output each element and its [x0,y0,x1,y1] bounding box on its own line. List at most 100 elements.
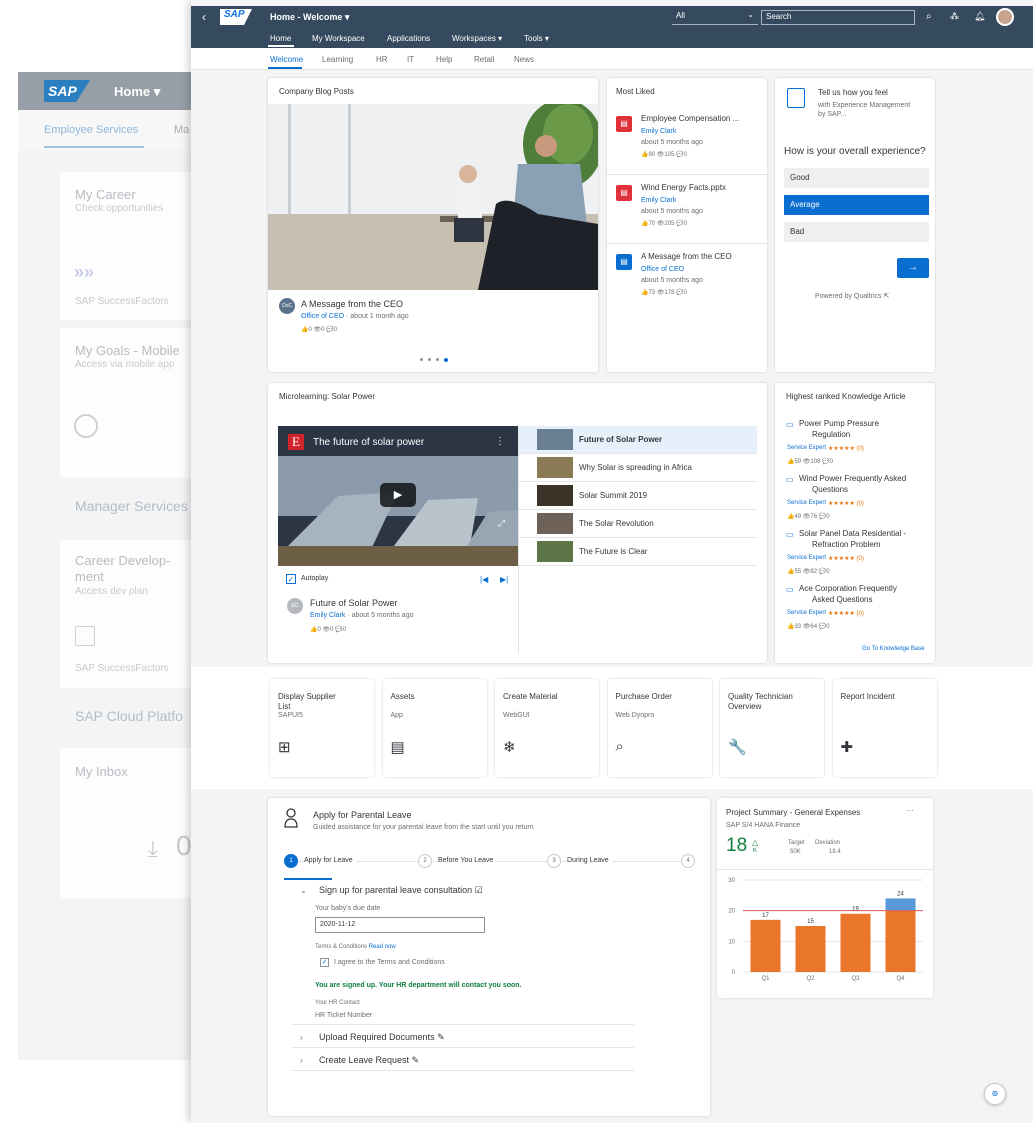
video-thumbnail[interactable] [537,457,573,478]
more-options-icon[interactable]: ··· [906,806,914,815]
video-channel-badge: E [288,434,304,450]
nav-tab-home[interactable]: Home [270,34,291,43]
most-liked-item-author[interactable]: Emily Clark [641,197,676,204]
most-liked-item-stats: 👍70 👁205 💬0 [641,221,687,227]
subtab-welcome[interactable]: Welcome [270,55,303,64]
autoplay-checkbox[interactable]: ✓ [286,574,296,584]
next-video-icon[interactable]: ▶| [500,575,508,584]
nav-tab-tools[interactable]: Tools ▾ [524,34,549,43]
article-title[interactable]: Wind Power Frequently Asked [799,474,906,483]
playlist-divider [518,426,519,654]
article-title-line2[interactable]: Questions [812,485,848,494]
subtab-help[interactable]: Help [436,55,452,64]
divider [519,565,757,566]
section-expand-icon[interactable]: ⌄ [300,886,307,895]
deviation-label: Deviation [815,840,841,846]
video-thumbnail[interactable] [537,541,573,562]
most-liked-item-time: about 5 months ago [641,139,703,146]
background-tab-manager[interactable]: Ma [174,124,189,136]
terms-read-now-link[interactable]: Read now [369,944,396,950]
search-scope-select[interactable]: All ⌄ [672,10,758,25]
bar-overflow [885,898,916,911]
subtab-hr[interactable]: HR [376,55,388,64]
section-collapse-icon[interactable]: › [300,1056,303,1065]
wizard-step-number[interactable]: 2 [418,854,432,868]
subtab-learning[interactable]: Learning [322,55,353,64]
subtab-retail[interactable]: Retail [474,55,494,64]
target-value: 50K [790,849,801,855]
background-tab-employee-services[interactable]: Employee Services [44,124,138,136]
video-thumbnail[interactable] [537,429,573,450]
section-collapse-icon[interactable]: › [300,1033,303,1042]
fullscreen-icon[interactable]: ⤢ [498,518,505,529]
y-tick-label: 10 [728,939,735,945]
playlist-item-title[interactable]: The Solar Revolution [579,519,654,528]
survey-option-average[interactable]: Average [784,195,929,215]
video-post-title[interactable]: Future of Solar Power [310,598,398,608]
document-icon: ▤ [616,185,632,201]
most-liked-item-title[interactable]: Employee Compensation ... [641,114,739,123]
playlist-item-title[interactable]: Future of Solar Power [579,435,662,444]
blog-post-image[interactable] [268,104,598,290]
background-card-title: My Career [75,187,136,202]
article-icon: ▭ [786,475,794,484]
wizard-step-number[interactable]: 3 [547,854,561,868]
article-rating: ★★★★★ (0) [828,611,864,617]
go-to-knowledge-base-link[interactable]: Go To Knowledge Base [862,646,925,652]
wizard-step-label[interactable]: Before You Leave [438,857,497,864]
article-title[interactable]: Power Pump Pressure [799,419,879,428]
notification-bell-icon[interactable]: 🔔︎ [974,11,985,22]
play-icon[interactable]: ▶ [380,483,416,507]
search-input[interactable]: Search [761,10,915,25]
wizard-step-number[interactable]: 1 [284,854,298,868]
co-pilot-floating-button[interactable]: ⊛ [984,1083,1006,1105]
due-date-label: Your baby's due date [315,905,381,912]
background-home-menu[interactable]: Home ▾ [114,84,160,100]
agree-checkbox[interactable]: ✓ [320,958,329,967]
article-title-line2[interactable]: Refraction Problem [812,540,880,549]
playlist-item-title[interactable]: Solar Summit 2019 [579,491,647,500]
due-date-input[interactable]: 2020-11-12 [315,917,485,933]
most-liked-item-author[interactable]: Office of CEO [641,266,684,273]
article-rating: ★★★★★ (0) [828,556,864,562]
carousel-dots[interactable] [420,358,448,362]
co-pilot-icon[interactable]: ⁂ [950,11,959,22]
article-title-line2[interactable]: Regulation [812,430,850,439]
video-thumbnail[interactable] [537,485,573,506]
y-tick-label: 20 [728,909,735,915]
shell-title[interactable]: Home - Welcome ▾ [270,12,349,23]
blog-post-title[interactable]: A Message from the CEO [301,299,403,309]
playlist-item-title[interactable]: The Future is Clear [579,547,647,556]
wizard-step-label[interactable]: Apply for Leave [304,857,356,864]
survey-icon [787,88,805,108]
article-title[interactable]: Ace Corporation Frequently [799,584,897,593]
video-thumbnail[interactable] [537,513,573,534]
nav-tab-applications[interactable]: Applications [387,34,430,43]
previous-video-icon[interactable]: |◀ [480,575,488,584]
most-liked-item-title[interactable]: A Message from the CEO [641,252,732,261]
article-title[interactable]: Solar Panel Data Residential - [799,529,906,538]
video-menu-icon[interactable]: ⋮ [495,436,505,447]
tile-subtitle: WebGUI [503,712,530,719]
subtab-it[interactable]: IT [407,55,414,64]
section-create-leave-request[interactable]: Create Leave Request ✎ [319,1055,419,1066]
survey-option-bad[interactable]: Bad [784,222,929,242]
wizard-step-number[interactable]: 4 [681,854,695,868]
section-consultation[interactable]: Sign up for parental leave consultation … [319,885,483,896]
article-title-line2[interactable]: Asked Questions [812,595,872,604]
section-upload-documents[interactable]: Upload Required Documents ✎ [319,1032,445,1043]
most-liked-item-title[interactable]: Wind Energy Facts.pptx [641,183,726,192]
search-icon[interactable]: ⌕ [926,11,932,22]
back-icon[interactable]: ‹ [202,10,206,24]
playlist-item-title[interactable]: Why Solar is spreading in Africa [579,463,692,472]
nav-tab-workspaces[interactable]: Workspaces ▾ [452,34,502,43]
most-liked-item-author[interactable]: Emily Clark [641,128,676,135]
wizard-step-label[interactable]: During Leave [567,857,612,864]
user-avatar[interactable] [996,8,1014,26]
subtab-news[interactable]: News [514,55,534,64]
survey-option-good[interactable]: Good [784,168,929,188]
survey-powered-by[interactable]: Powered by Qualtrics ⇱ [815,292,889,300]
nav-tab-my-workspace[interactable]: My Workspace [312,34,365,43]
survey-next-button[interactable]: → [897,258,929,278]
tile-title: Report Incident [840,692,895,701]
